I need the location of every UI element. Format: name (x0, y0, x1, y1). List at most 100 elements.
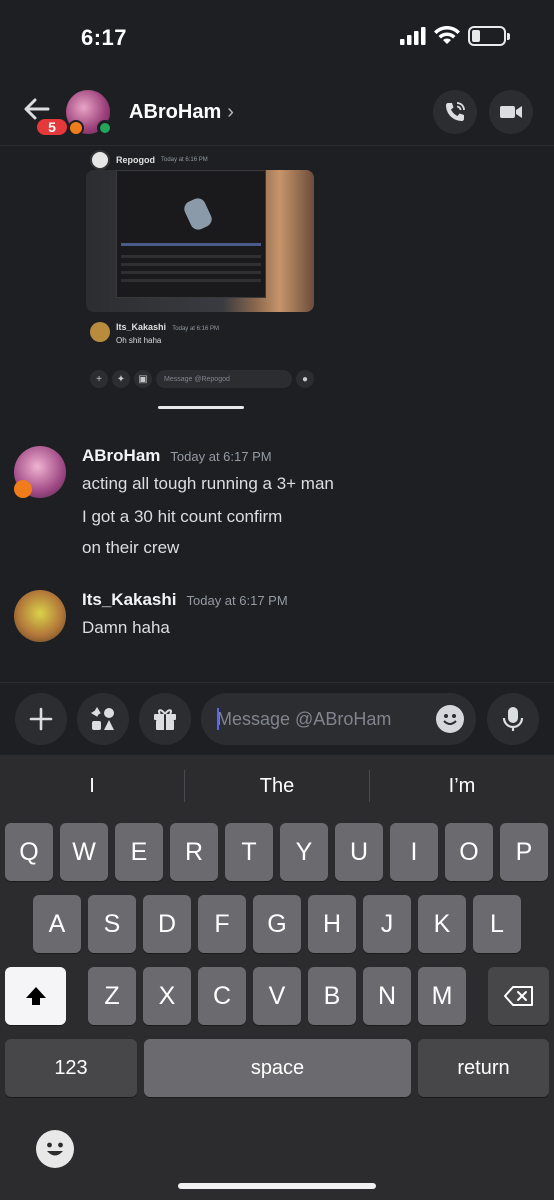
ios-keyboard: I The I’m Q W E R T Y U I O P A S D F G … (0, 755, 554, 1200)
return-key[interactable]: return (418, 1039, 549, 1097)
message-text[interactable]: acting all tough running a 3+ man (82, 474, 334, 494)
text-caret (217, 708, 219, 730)
message-timestamp: Today at 6:17 PM (186, 593, 288, 608)
embed-gift-icon: ▣ (134, 370, 152, 388)
suggestion[interactable]: The (185, 769, 369, 803)
embed-reply-avatar (90, 322, 110, 342)
key-o[interactable]: O (445, 823, 493, 881)
key-y[interactable]: Y (280, 823, 328, 881)
emoji-picker-icon[interactable] (436, 705, 464, 733)
key-s[interactable]: S (88, 895, 136, 953)
home-indicator[interactable] (178, 1183, 376, 1189)
key-g[interactable]: G (253, 895, 301, 953)
embed-plus-icon: + (90, 370, 108, 388)
shift-key[interactable] (5, 967, 66, 1025)
key-a[interactable]: A (33, 895, 81, 953)
message-avatar[interactable] (14, 446, 66, 498)
backspace-icon (503, 986, 533, 1006)
embed-author-name: Repogod (116, 155, 155, 165)
key-c[interactable]: C (198, 967, 246, 1025)
plus-icon (29, 707, 53, 731)
pumpkin-icon (68, 120, 84, 136)
embed-input-placeholder: Message @Repogod (156, 370, 292, 388)
message-input[interactable] (217, 693, 417, 745)
key-b[interactable]: B (308, 967, 356, 1025)
key-e[interactable]: E (115, 823, 163, 881)
key-x[interactable]: X (143, 967, 191, 1025)
key-z[interactable]: Z (88, 967, 136, 1025)
embed-home-indicator (158, 406, 244, 409)
attached-screenshot[interactable]: Repogod Today at 6:16 PM Its_Kakashi Tod… (86, 150, 314, 409)
numbers-key[interactable]: 123 (5, 1039, 137, 1097)
clock: 6:17 (81, 25, 128, 50)
chevron-right-icon: › (227, 101, 234, 123)
key-j[interactable]: J (363, 895, 411, 953)
embed-game-card (116, 170, 266, 298)
unread-badge: 5 (34, 116, 70, 138)
key-l[interactable]: L (473, 895, 521, 953)
channel-title[interactable]: ABroHam › (129, 101, 234, 124)
space-key[interactable]: space (144, 1039, 411, 1097)
video-camera-icon (500, 106, 522, 118)
key-u[interactable]: U (335, 823, 383, 881)
apps-button[interactable] (77, 693, 129, 745)
message-field[interactable] (201, 693, 476, 745)
gift-button[interactable] (139, 693, 191, 745)
embed-author-time: Today at 6:16 PM (161, 157, 208, 163)
embed-reply: Its_Kakashi Today at 6:16 PM Oh shit hah… (90, 322, 219, 346)
apps-icon (91, 707, 114, 730)
avatar[interactable] (66, 90, 113, 136)
embed-apps-icon: ✦ (112, 370, 130, 388)
suggestion[interactable]: I (0, 769, 184, 803)
microphone-icon (502, 707, 524, 731)
key-m[interactable]: M (418, 967, 466, 1025)
voice-message-button[interactable] (487, 693, 539, 745)
message-text[interactable]: on their crew (82, 538, 179, 558)
message-composer (0, 682, 554, 754)
key-k[interactable]: K (418, 895, 466, 953)
online-status-icon (97, 120, 113, 136)
message-avatar[interactable] (14, 590, 66, 642)
embed-composer: + ✦ ▣ Message @Repogod ● (90, 368, 314, 390)
dogtag-image (181, 195, 215, 233)
wifi-icon (434, 26, 460, 44)
suggestion[interactable]: I’m (370, 769, 554, 803)
battery-icon (468, 26, 510, 46)
embed-author-avatar (90, 150, 110, 170)
key-p[interactable]: P (500, 823, 548, 881)
key-w[interactable]: W (60, 823, 108, 881)
pumpkin-icon (14, 480, 32, 498)
channel-title-text: ABroHam (129, 101, 222, 123)
status-icons (400, 26, 510, 46)
embed-reply-text: Oh shit haha (116, 336, 162, 345)
voice-call-button[interactable] (433, 90, 477, 134)
message-author[interactable]: ABroHam (82, 446, 160, 465)
status-bar: 6:17 (0, 0, 554, 76)
key-i[interactable]: I (390, 823, 438, 881)
key-t[interactable]: T (225, 823, 273, 881)
key-v[interactable]: V (253, 967, 301, 1025)
key-r[interactable]: R (170, 823, 218, 881)
key-d[interactable]: D (143, 895, 191, 953)
message-author-row: Its_Kakashi Today at 6:17 PM (82, 590, 288, 610)
message-text[interactable]: I got a 30 hit count confirm (82, 507, 282, 527)
key-q[interactable]: Q (5, 823, 53, 881)
chat-header: 5 ABroHam › (0, 80, 554, 146)
key-h[interactable]: H (308, 895, 356, 953)
key-f[interactable]: F (198, 895, 246, 953)
embed-mic-icon: ● (296, 370, 314, 388)
emoji-keyboard-icon[interactable] (36, 1130, 74, 1168)
embed-reply-name: Its_Kakashi (116, 322, 167, 332)
signal-icon (400, 27, 426, 45)
message-author[interactable]: Its_Kakashi (82, 590, 177, 609)
message-text[interactable]: Damn haha (82, 618, 170, 638)
gift-icon (154, 709, 176, 730)
embed-reply-time: Today at 6:16 PM (172, 326, 219, 332)
video-call-button[interactable] (489, 90, 533, 134)
key-n[interactable]: N (363, 967, 411, 1025)
attach-button[interactable] (15, 693, 67, 745)
delete-key[interactable] (488, 967, 549, 1025)
predictive-bar: I The I’m (0, 755, 554, 817)
phone-icon (446, 102, 465, 121)
message-timestamp: Today at 6:17 PM (170, 449, 272, 464)
